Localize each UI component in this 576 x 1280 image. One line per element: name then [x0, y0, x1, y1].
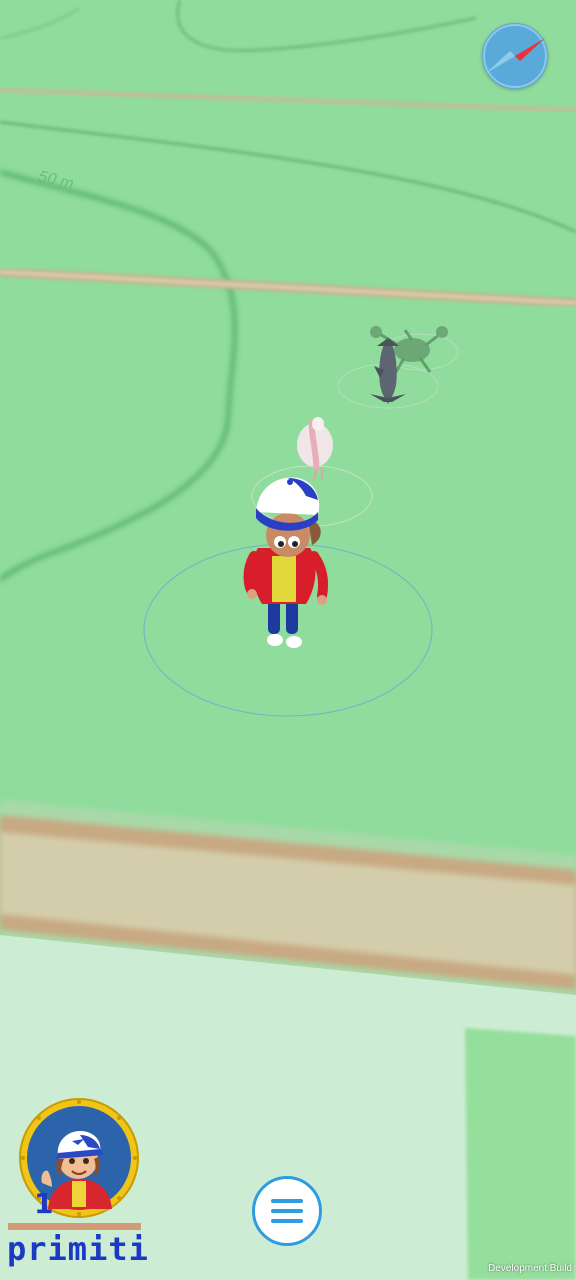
player-level: 1: [34, 1187, 54, 1220]
game-map[interactable]: [0, 0, 576, 1280]
main-menu-button[interactable]: [252, 1176, 322, 1246]
experience-bar: [8, 1223, 141, 1230]
hamburger-menu-icon: [271, 1199, 303, 1223]
player-name: primiti: [7, 1230, 149, 1268]
compass-button[interactable]: [482, 23, 548, 89]
compass-icon: [483, 24, 547, 88]
development-build-label: Development Build: [488, 1263, 572, 1274]
